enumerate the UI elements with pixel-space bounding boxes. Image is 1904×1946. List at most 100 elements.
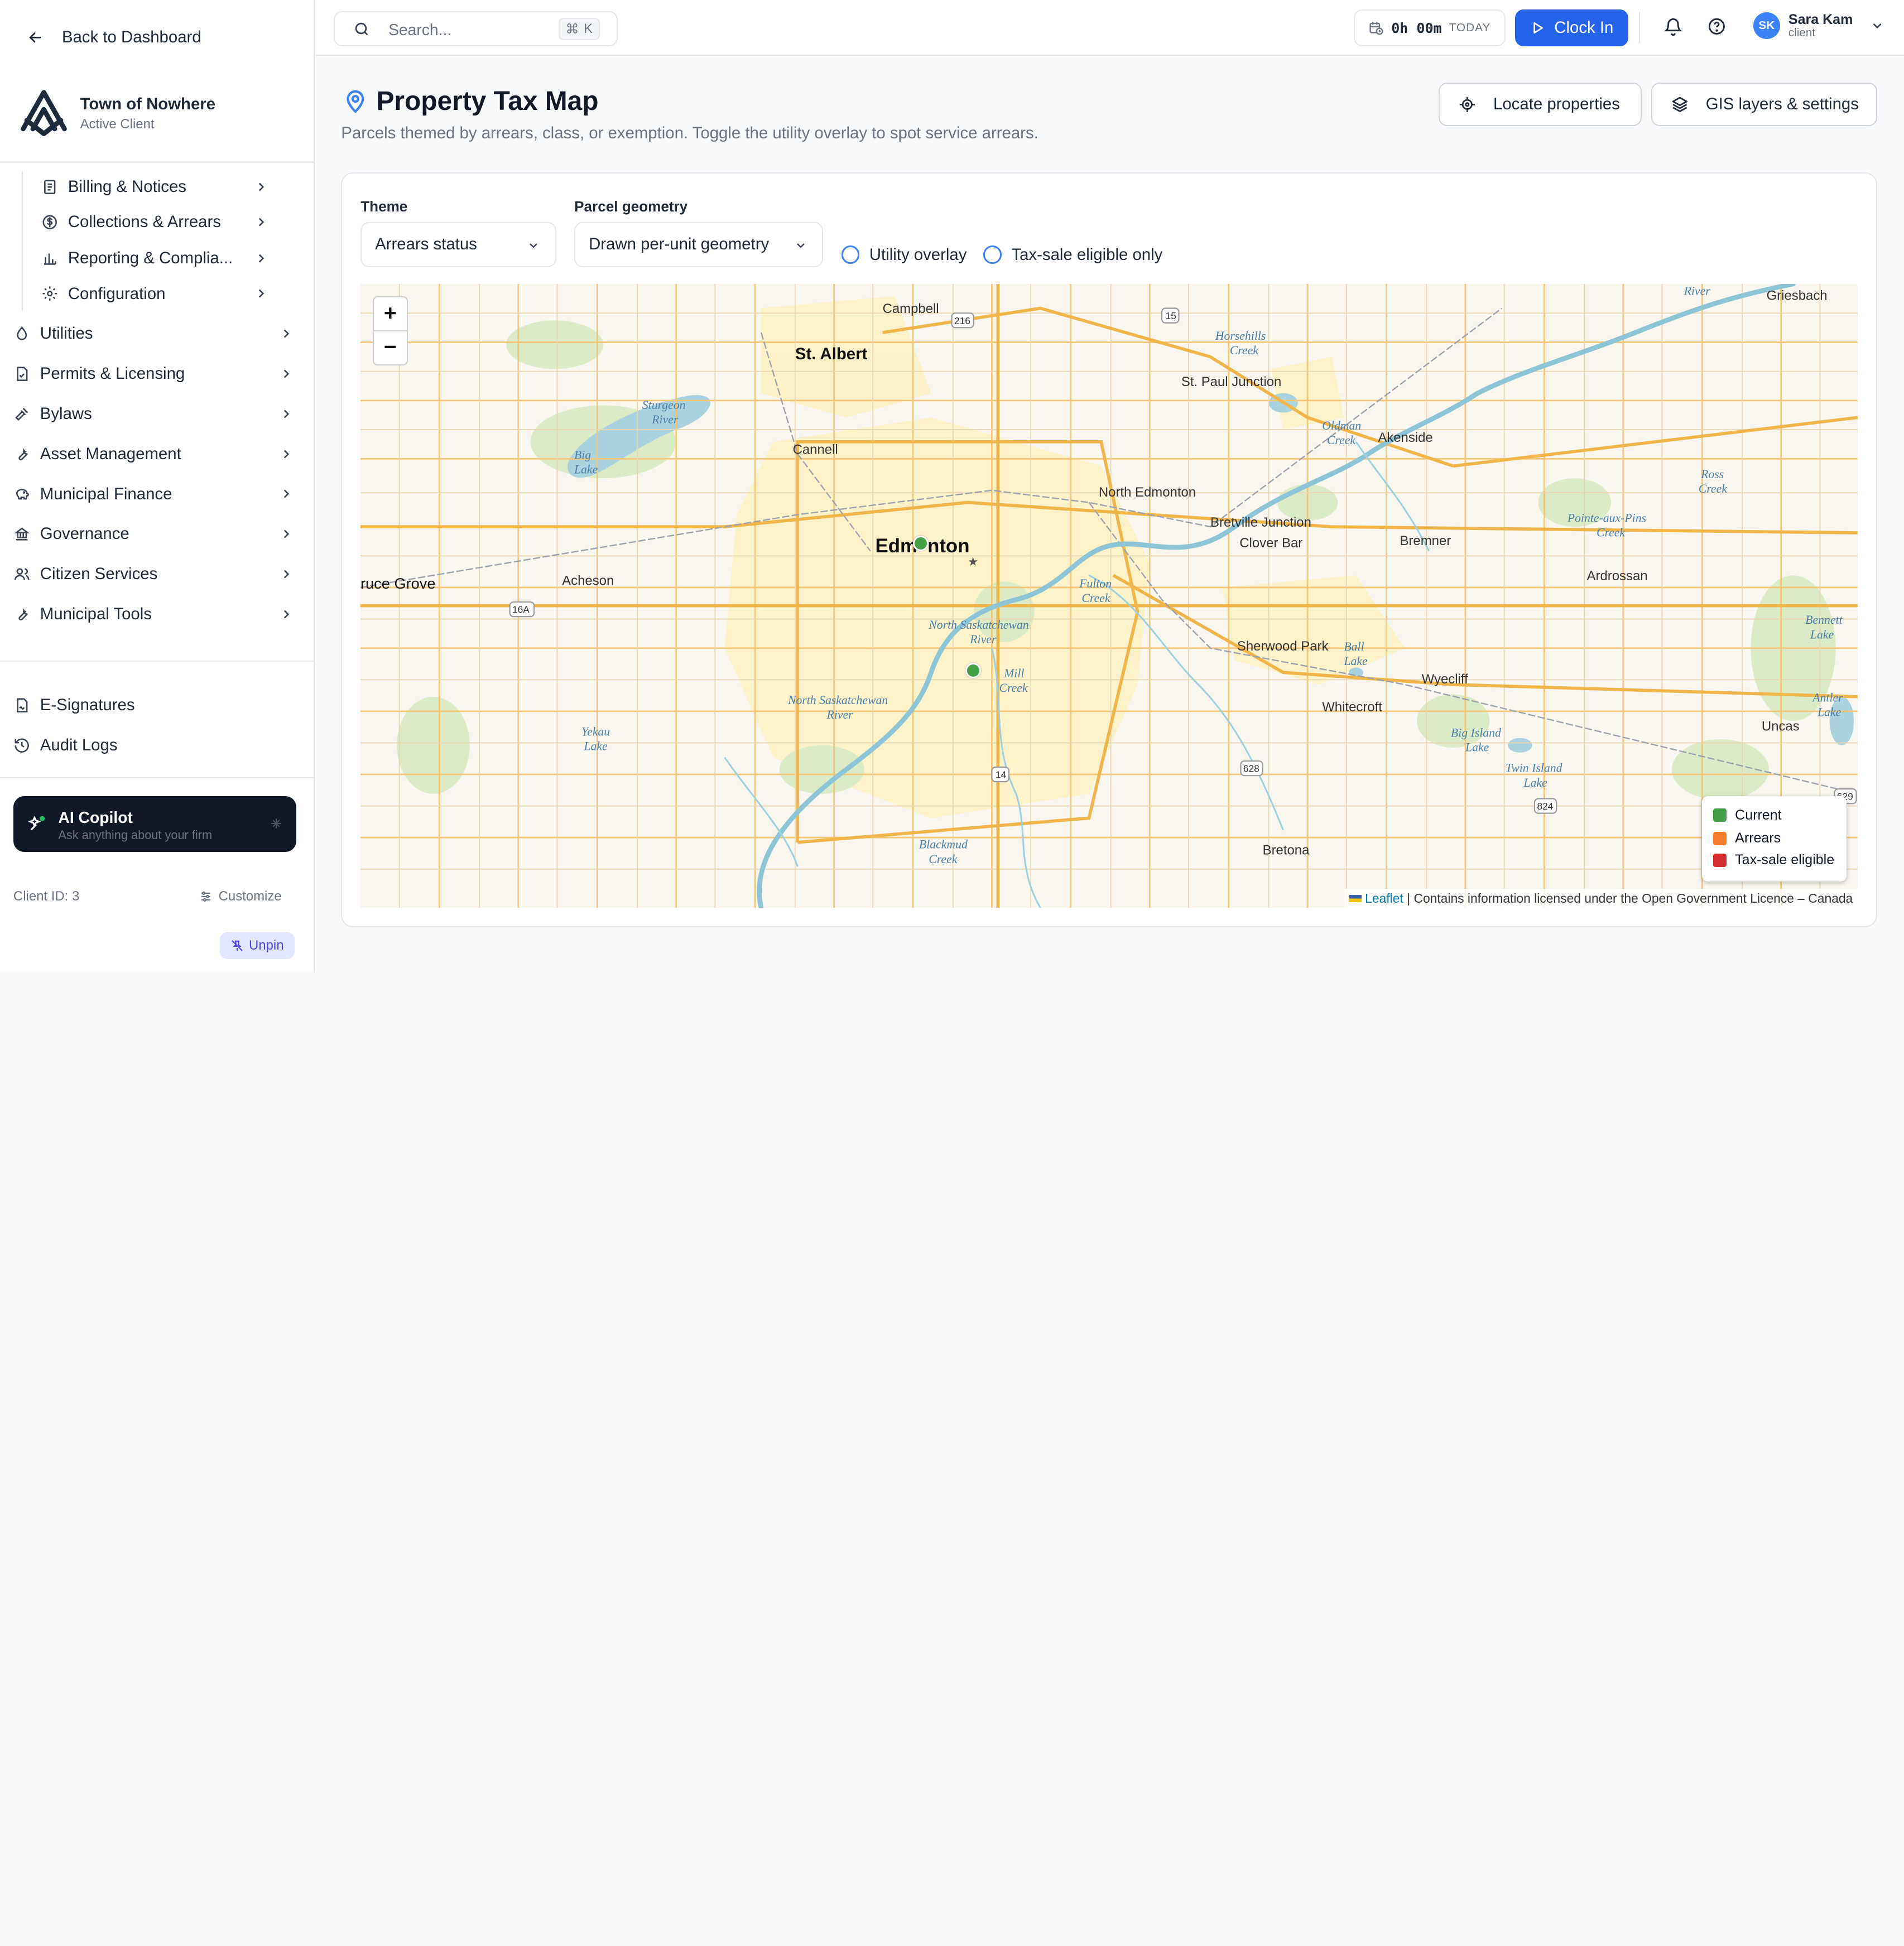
radio-circle xyxy=(841,245,860,264)
map-label: Akenside xyxy=(1378,430,1433,445)
map-label: Twin Island xyxy=(1506,762,1562,775)
map-label: North Saskatchewan xyxy=(787,693,888,707)
sidebar-item-utilities[interactable]: Utilities xyxy=(13,318,297,350)
sidebar-item-audit-logs[interactable]: Audit Logs xyxy=(13,730,297,762)
map-label: Lake xyxy=(1344,654,1368,668)
theme-select[interactable]: Arrears status xyxy=(360,222,556,267)
subnav-guide-line xyxy=(22,171,23,311)
sidebar-item-municipal-tools[interactable]: Municipal Tools xyxy=(13,599,297,630)
map-label: Creek xyxy=(1699,482,1727,495)
map-label: St. Paul Junction xyxy=(1181,374,1282,389)
utility-overlay-toggle[interactable]: Utility overlay xyxy=(841,245,967,264)
unpin-label: Unpin xyxy=(249,937,284,953)
legend-item-current: Current xyxy=(1713,807,1782,823)
chevron-right-icon xyxy=(254,251,268,266)
pin-off-icon xyxy=(230,939,244,952)
chevron-right-icon xyxy=(279,367,294,381)
search-placeholder: Search... xyxy=(388,20,452,38)
urban-areas xyxy=(724,296,1405,818)
zoom-out-button[interactable]: − xyxy=(374,331,407,364)
sidebar-item-label: Audit Logs xyxy=(40,735,118,754)
file-check-icon xyxy=(13,365,30,382)
back-label: Back to Dashboard xyxy=(61,28,201,47)
file-signature-icon xyxy=(13,697,30,714)
parcel-geometry-label: Parcel geometry xyxy=(574,198,688,215)
parcel-geometry-select[interactable]: Drawn per-unit geometry xyxy=(574,222,824,267)
map-label: River xyxy=(969,633,997,646)
sidebar-subitem-collections-arrears[interactable]: Collections & Arrears xyxy=(41,208,272,237)
legend-label: Tax-sale eligible xyxy=(1735,852,1835,868)
crosshair-icon xyxy=(1458,95,1477,114)
chevron-right-icon xyxy=(279,447,294,461)
legend-label: Arrears xyxy=(1735,830,1781,846)
map-label: Creek xyxy=(1230,344,1258,357)
divider xyxy=(1639,12,1641,44)
sidebar-subitem-reporting-compliance[interactable]: Reporting & Complia... xyxy=(41,244,272,273)
parcel-marker-current[interactable] xyxy=(965,662,982,679)
canada-flag-icon xyxy=(1349,894,1362,902)
gavel-icon xyxy=(13,406,30,422)
back-to-dashboard-link[interactable]: Back to Dashboard xyxy=(27,28,201,47)
arrow-left-icon xyxy=(27,29,44,46)
sidebar-item-asset-management[interactable]: Asset Management xyxy=(13,438,297,470)
sidebar-item-bylaws[interactable]: Bylaws xyxy=(13,398,297,430)
copilot-title: AI Copilot xyxy=(58,808,133,827)
zoom-in-button[interactable]: + xyxy=(374,297,407,330)
search-input[interactable]: Search... ⌘ K xyxy=(334,11,618,46)
gis-layers-settings-button[interactable]: GIS layers & settings xyxy=(1651,82,1877,127)
map-label: Big xyxy=(574,448,591,461)
map-label: Horsehills xyxy=(1215,329,1266,343)
map-label: Big Island xyxy=(1451,726,1501,740)
leaflet-link[interactable]: Leaflet xyxy=(1365,891,1403,906)
map-label: Mill xyxy=(1003,667,1024,680)
sidebar-item-label: Asset Management xyxy=(40,444,181,463)
user-menu[interactable]: SK Sara Kam client xyxy=(1753,12,1884,39)
sidebar-item-citizen-services[interactable]: Citizen Services xyxy=(13,558,297,590)
parcel-geometry-select-value: Drawn per-unit geometry xyxy=(589,235,770,254)
time-tracker[interactable]: 0h 00m TODAY xyxy=(1354,9,1506,46)
map-label: Creek xyxy=(1597,526,1625,540)
map-label: St. Albert xyxy=(795,345,868,363)
sidebar-item-label: Municipal Finance xyxy=(40,484,172,503)
radio-circle xyxy=(983,245,1002,264)
map-label: Sturgeon xyxy=(642,398,686,412)
chevron-right-icon xyxy=(279,567,294,581)
sidebar-item-governance[interactable]: Governance xyxy=(13,518,297,550)
help-circle-icon[interactable] xyxy=(1707,17,1727,36)
map-label: Lake xyxy=(1523,776,1548,789)
sliders-icon xyxy=(199,890,213,903)
search-shortcut: ⌘ K xyxy=(558,18,600,40)
legend-label: Current xyxy=(1735,807,1782,823)
theme-select-value: Arrears status xyxy=(375,235,477,254)
customize-button[interactable]: Customize xyxy=(199,889,282,904)
sidebar-subitem-billing-notices[interactable]: Billing & Notices xyxy=(41,172,272,201)
map-label: Oldman xyxy=(1322,419,1361,432)
sidebar-subitem-label: Billing & Notices xyxy=(68,177,186,196)
sidebar-item-e-signatures[interactable]: E-Signatures xyxy=(13,690,297,721)
legend-item-arrears: Arrears xyxy=(1713,830,1781,846)
play-icon xyxy=(1530,21,1545,35)
sidebar-subitem-label: Collections & Arrears xyxy=(68,213,221,232)
zoom-control: + − xyxy=(372,296,408,365)
top-bar: Search... ⌘ K 0h 00m TODAY Clock In SK Sa… xyxy=(315,0,1904,56)
ai-copilot-button[interactable]: AI Copilot Ask anything about your firm xyxy=(13,796,296,852)
chevron-right-icon xyxy=(279,607,294,622)
clock-in-button[interactable]: Clock In xyxy=(1515,9,1628,46)
sidebar-item-municipal-finance[interactable]: Municipal Finance xyxy=(13,478,297,510)
parcel-marker-current[interactable] xyxy=(913,535,929,551)
bell-icon[interactable] xyxy=(1663,17,1683,36)
locate-properties-button[interactable]: Locate properties xyxy=(1439,82,1642,127)
sidebar-subitem-configuration[interactable]: Configuration xyxy=(41,279,272,308)
map-label: Bremner xyxy=(1400,533,1451,548)
sidebar-item-label: Governance xyxy=(40,524,129,543)
sidebar-item-permits-licensing[interactable]: Permits & Licensing xyxy=(13,358,297,390)
unpin-button[interactable]: Unpin xyxy=(219,932,295,959)
client-status: Active Client xyxy=(80,116,155,132)
client-id: Client ID: 3 xyxy=(13,888,80,904)
chevron-down-icon xyxy=(527,239,540,252)
sidebar-item-label: Permits & Licensing xyxy=(40,364,185,383)
tax-sale-eligible-toggle[interactable]: Tax-sale eligible only xyxy=(983,245,1162,264)
divider xyxy=(0,161,315,163)
map-label: Acheson xyxy=(562,574,614,589)
property-tax-map[interactable]: St. Albert Campbell Cannell ruce Grove A… xyxy=(360,284,1858,908)
